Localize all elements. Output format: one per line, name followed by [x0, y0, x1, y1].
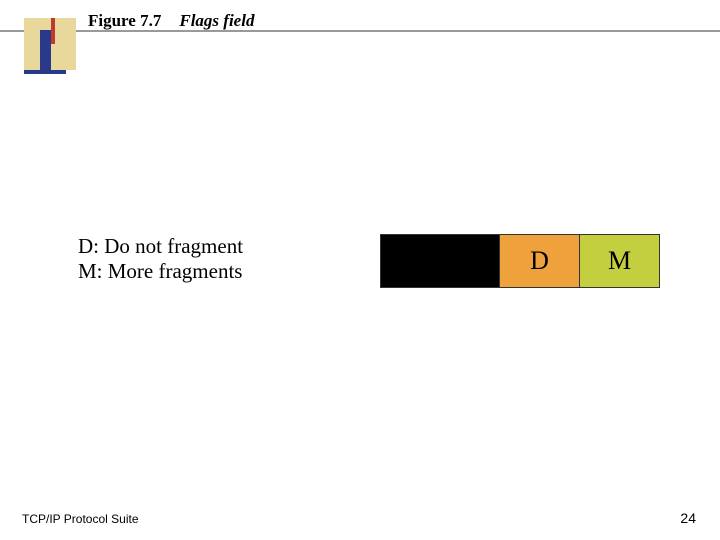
flag-segment-m: M — [580, 234, 660, 288]
header-accent-underline — [24, 70, 66, 74]
header-accent-bar-blue — [40, 30, 51, 70]
figure-label: Figure 7.7 — [88, 11, 161, 31]
legend-m: M: More fragments — [78, 259, 243, 284]
title-row: Figure 7.7 Flags field — [88, 11, 254, 31]
figure-title: Flags field — [179, 11, 254, 31]
header-accent-bar-red — [51, 18, 55, 44]
legend-d: D: Do not fragment — [78, 234, 243, 259]
footer-source: TCP/IP Protocol Suite — [22, 512, 139, 526]
flags-legend: D: Do not fragment M: More fragments — [78, 234, 243, 284]
slide: Figure 7.7 Flags field D: Do not fragmen… — [0, 0, 720, 540]
flag-segment-d: D — [500, 234, 580, 288]
page-number: 24 — [680, 510, 696, 526]
flag-segment-reserved — [380, 234, 500, 288]
flags-field-diagram: D M — [380, 234, 660, 288]
